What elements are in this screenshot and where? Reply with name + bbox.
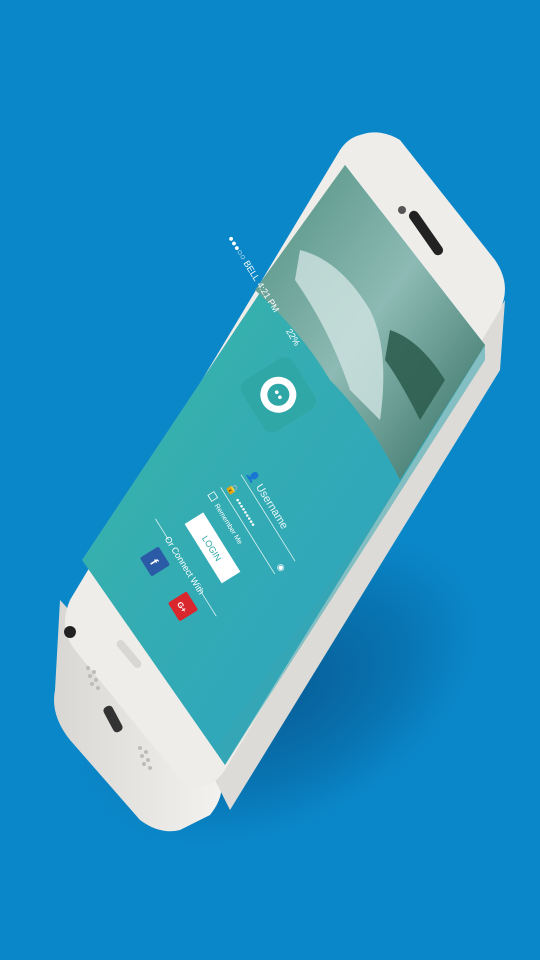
status-carrier: ●●●○○ BELL xyxy=(226,234,262,283)
phone-mockup: ●●●○○ BELL 4:21 PM 22% 👤 Username 🔒 ●●●●… xyxy=(54,132,505,832)
headphone-jack xyxy=(64,626,76,638)
front-camera xyxy=(398,206,406,214)
